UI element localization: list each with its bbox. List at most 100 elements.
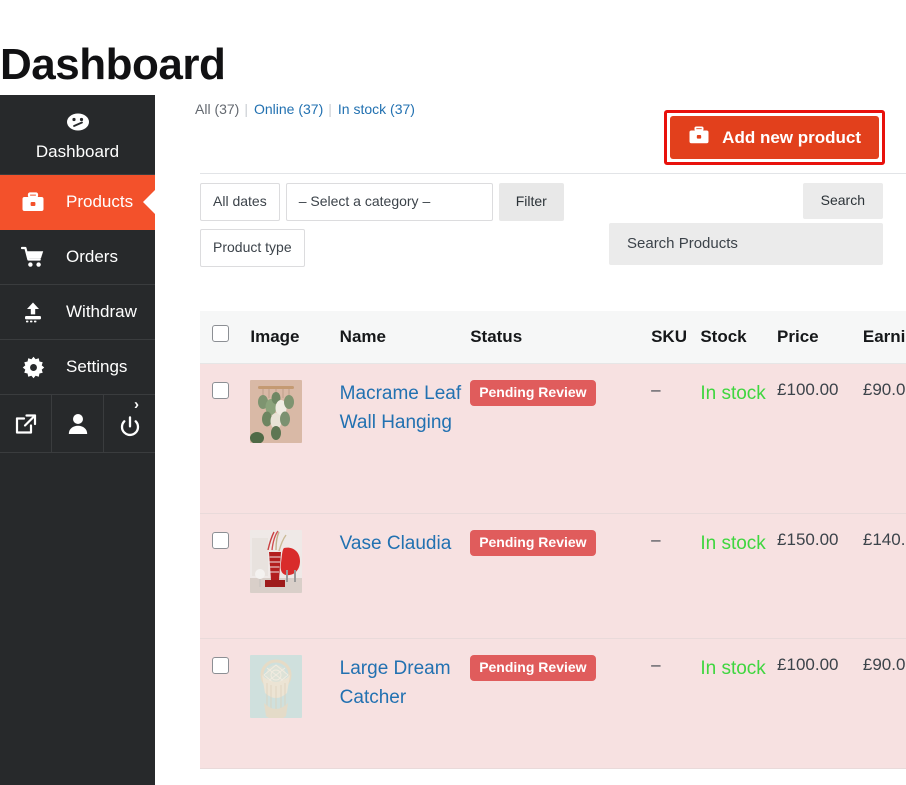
sidebar-item-withdraw[interactable]: Withdraw	[0, 285, 155, 340]
sidebar-item-orders[interactable]: Orders	[0, 230, 155, 285]
product-price-cell: £100.00	[777, 638, 863, 769]
product-status-cell: Pending Review	[470, 513, 652, 639]
power-icon[interactable]: ›	[104, 395, 155, 452]
row-select-cell	[200, 638, 251, 769]
large-dream-catcher-thumbnail[interactable]	[250, 655, 303, 718]
row-checkbox[interactable]	[212, 382, 229, 399]
stock-status: In stock	[700, 533, 766, 554]
sidebar-item-products[interactable]: Products	[0, 175, 156, 230]
column-header-name[interactable]: Name	[339, 311, 471, 364]
shopping-cart-icon	[18, 244, 48, 270]
row-select-cell	[200, 513, 251, 639]
product-name-link[interactable]: Macrame Leaf Wall Hanging	[340, 380, 471, 438]
gauge-icon	[63, 109, 93, 135]
product-image-cell	[250, 513, 340, 639]
chevron-right-icon[interactable]: ›	[134, 397, 139, 412]
status-link-separator: |	[244, 101, 248, 117]
product-name-cell: Macrame Leaf Wall Hanging	[339, 363, 471, 514]
product-stock-cell: In stock	[700, 363, 778, 514]
select-all-checkbox[interactable]	[212, 325, 229, 342]
add-new-product-label: Add new product	[722, 127, 861, 147]
price-value: £100.00	[777, 655, 839, 674]
table-row: Large Dream Catcher Pending Review – In …	[200, 638, 906, 769]
active-caret-icon	[143, 189, 156, 215]
category-filter-select[interactable]: – Select a category –	[285, 183, 493, 221]
main-content: All (37) | Online (37) | In stock (37) Add n…	[195, 95, 906, 785]
row-checkbox[interactable]	[212, 657, 229, 674]
column-header-status[interactable]: Status	[470, 311, 652, 364]
product-status-cell: Pending Review	[470, 363, 652, 514]
sku-value: –	[651, 655, 661, 674]
sku-value: –	[651, 380, 661, 399]
briefcase-icon	[688, 126, 710, 148]
column-header-image[interactable]: Image	[250, 311, 340, 364]
dashboard-page: Dashboard Dashboard Products Orders With…	[0, 0, 906, 785]
sidebar-item-settings[interactable]: Settings	[0, 340, 155, 395]
sidebar-item-label: Dashboard	[35, 142, 120, 161]
toolbar-divider	[200, 173, 906, 174]
status-link-online[interactable]: Online (37)	[254, 101, 323, 117]
sidebar-footer: ›	[0, 395, 155, 453]
product-type-select[interactable]: Product type	[200, 228, 305, 267]
status-link-in-stock[interactable]: In stock (37)	[338, 101, 415, 117]
user-icon[interactable]	[52, 395, 104, 452]
date-filter-select[interactable]: All dates	[200, 183, 280, 221]
price-value: £150.00	[777, 530, 839, 549]
macrame-leaf-wall-hanging-thumbnail[interactable]	[250, 380, 303, 443]
sidebar-item-label: Settings	[66, 357, 128, 376]
column-header-price[interactable]: Price	[777, 311, 863, 364]
price-value: £100.00	[777, 380, 839, 399]
product-status-cell: Pending Review	[470, 638, 652, 769]
vase-claudia-thumbnail[interactable]	[250, 530, 303, 593]
external-link-icon[interactable]	[0, 395, 52, 452]
sidebar-item-dashboard[interactable]: Dashboard	[0, 95, 155, 175]
gear-icon	[18, 354, 48, 380]
add-new-product-highlight: Add new product	[664, 110, 885, 165]
add-new-product-button[interactable]: Add new product	[670, 116, 879, 159]
sidebar-item-label: Products	[66, 192, 134, 211]
product-name-link[interactable]: Vase Claudia	[340, 530, 452, 559]
earning-value: £90.00	[862, 655, 906, 674]
status-badge: Pending Review	[470, 655, 596, 682]
filter-button[interactable]: Filter	[498, 183, 564, 221]
column-header-stock[interactable]: Stock	[700, 311, 778, 364]
product-earning-cell: £90.00	[862, 638, 906, 769]
sku-value: –	[651, 530, 661, 549]
briefcase-icon	[18, 189, 48, 215]
product-name-cell: Large Dream Catcher	[339, 638, 471, 769]
filter-controls: All dates – Select a category – Filter P…	[200, 183, 564, 267]
products-table-wrapper: Image Name Status SKU Stock Price Earnin…	[200, 311, 906, 785]
table-row: Vase Claudia Pending Review – In stock £	[200, 513, 906, 639]
status-badge: Pending Review	[470, 380, 596, 407]
column-header-earning[interactable]: Earning	[862, 311, 906, 364]
status-badge: Pending Review	[470, 530, 596, 557]
sidebar: Dashboard Products Orders Withdraw Setti…	[0, 95, 156, 785]
stock-status: In stock	[700, 658, 766, 679]
product-earning-cell: £140.00	[862, 513, 906, 639]
search-area: Search	[609, 183, 883, 265]
product-sku-cell: –	[651, 363, 701, 514]
product-name-cell: Vase Claudia	[339, 513, 471, 639]
status-link-all[interactable]: All (37)	[195, 101, 239, 117]
column-header-sku[interactable]: SKU	[651, 311, 701, 364]
sidebar-item-label: Withdraw	[66, 302, 137, 321]
stock-status: In stock	[700, 383, 766, 404]
select-all-header	[200, 311, 251, 364]
product-price-cell: £100.00	[777, 363, 863, 514]
product-price-cell: £150.00	[777, 513, 863, 639]
product-image-cell	[250, 363, 340, 514]
product-stock-cell: In stock	[700, 513, 778, 639]
product-sku-cell: –	[651, 513, 701, 639]
search-input[interactable]	[609, 223, 883, 265]
page-title: Dashboard	[0, 40, 226, 90]
upload-icon	[18, 299, 48, 325]
earning-value: £90.00	[862, 380, 906, 399]
search-button[interactable]: Search	[802, 183, 883, 219]
product-sku-cell: –	[651, 638, 701, 769]
product-name-link[interactable]: Large Dream Catcher	[340, 655, 471, 713]
row-checkbox[interactable]	[212, 532, 229, 549]
table-row: Macrame Leaf Wall Hanging Pending Review…	[200, 363, 906, 514]
product-stock-cell: In stock	[700, 638, 778, 769]
product-image-cell	[250, 638, 340, 769]
product-earning-cell: £90.00	[862, 363, 906, 514]
